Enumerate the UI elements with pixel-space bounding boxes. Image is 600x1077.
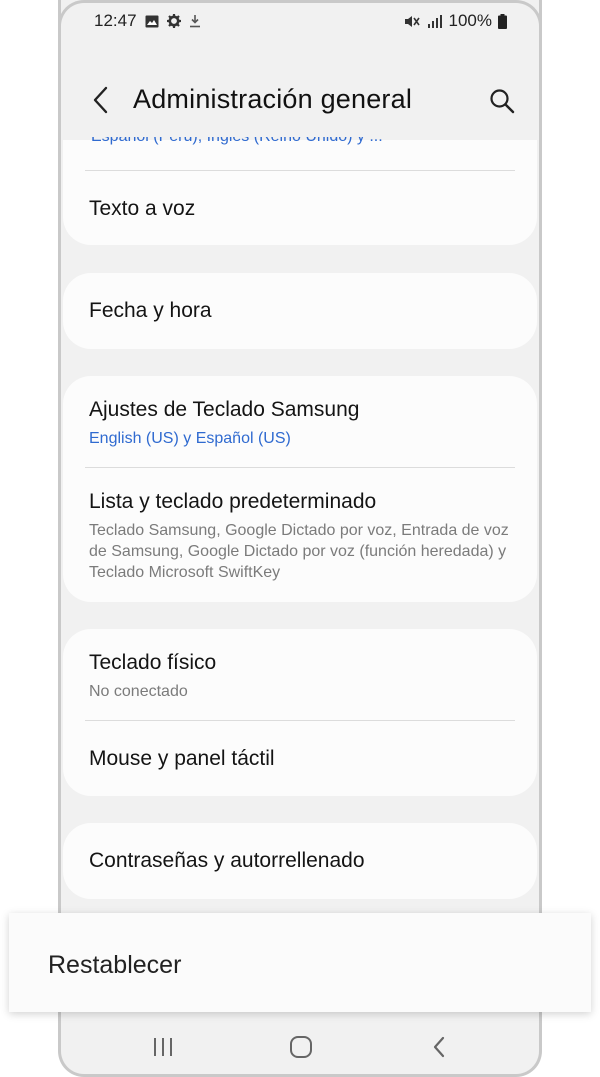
nav-back-button[interactable] bbox=[419, 1032, 459, 1062]
settings-item-mouse-panel[interactable]: Mouse y panel táctil bbox=[89, 746, 515, 772]
settings-item-lista-teclado[interactable]: Lista y teclado predeterminado Teclado S… bbox=[89, 489, 515, 583]
back-button[interactable] bbox=[83, 82, 119, 118]
item-title: Mouse y panel táctil bbox=[89, 747, 275, 770]
divider bbox=[85, 170, 515, 171]
gear-icon bbox=[166, 14, 181, 28]
app-header: Administración general bbox=[61, 60, 539, 140]
item-subtitle: English (US) y Español (US) bbox=[89, 430, 291, 447]
item-title: Contraseñas y autorrellenado bbox=[89, 849, 365, 872]
divider bbox=[85, 720, 515, 721]
item-title: Fecha y hora bbox=[89, 299, 212, 322]
settings-card-language bbox=[63, 140, 537, 245]
item-subtitle: Teclado Samsung, Google Dictado por voz,… bbox=[89, 522, 509, 581]
battery-icon bbox=[498, 13, 507, 29]
item-title: Texto a voz bbox=[89, 197, 196, 220]
back-icon bbox=[433, 1036, 445, 1058]
mute-vibrate-icon bbox=[403, 14, 421, 29]
chevron-left-icon bbox=[93, 86, 108, 114]
image-icon bbox=[145, 15, 159, 28]
settings-item-teclado-fisico[interactable]: Teclado físico No conectado bbox=[89, 650, 515, 702]
search-icon bbox=[490, 89, 515, 114]
item-subtitle: No conectado bbox=[89, 683, 188, 700]
signal-icon bbox=[427, 14, 443, 28]
home-button[interactable] bbox=[281, 1032, 321, 1062]
home-icon bbox=[290, 1036, 312, 1058]
download-icon bbox=[189, 14, 201, 28]
status-bar: 12:47 100% bbox=[61, 0, 539, 40]
restablecer-highlight[interactable]: Restablecer bbox=[9, 913, 591, 1012]
settings-item-fecha-y-hora[interactable]: Fecha y hora bbox=[89, 298, 515, 324]
item-title: Lista y teclado predeterminado bbox=[89, 490, 377, 513]
recent-apps-button[interactable] bbox=[143, 1032, 183, 1062]
battery-text: 100% bbox=[448, 11, 492, 30]
page-title: Administración general bbox=[133, 84, 413, 114]
item-title: Teclado físico bbox=[89, 651, 217, 674]
settings-item-contrasenas[interactable]: Contraseñas y autorrellenado bbox=[89, 848, 515, 874]
item-title: Ajustes de Teclado Samsung bbox=[89, 398, 360, 421]
recent-apps-icon bbox=[154, 1038, 172, 1056]
divider bbox=[85, 467, 515, 468]
status-time: 12:47 bbox=[94, 11, 137, 30]
settings-item-teclado-samsung[interactable]: Ajustes de Teclado Samsung English (US) … bbox=[89, 397, 515, 449]
settings-item-texto-a-voz[interactable]: Texto a voz bbox=[89, 196, 515, 222]
restablecer-label: Restablecer bbox=[48, 951, 182, 979]
navigation-bar bbox=[61, 1012, 539, 1074]
search-button[interactable] bbox=[483, 82, 521, 120]
